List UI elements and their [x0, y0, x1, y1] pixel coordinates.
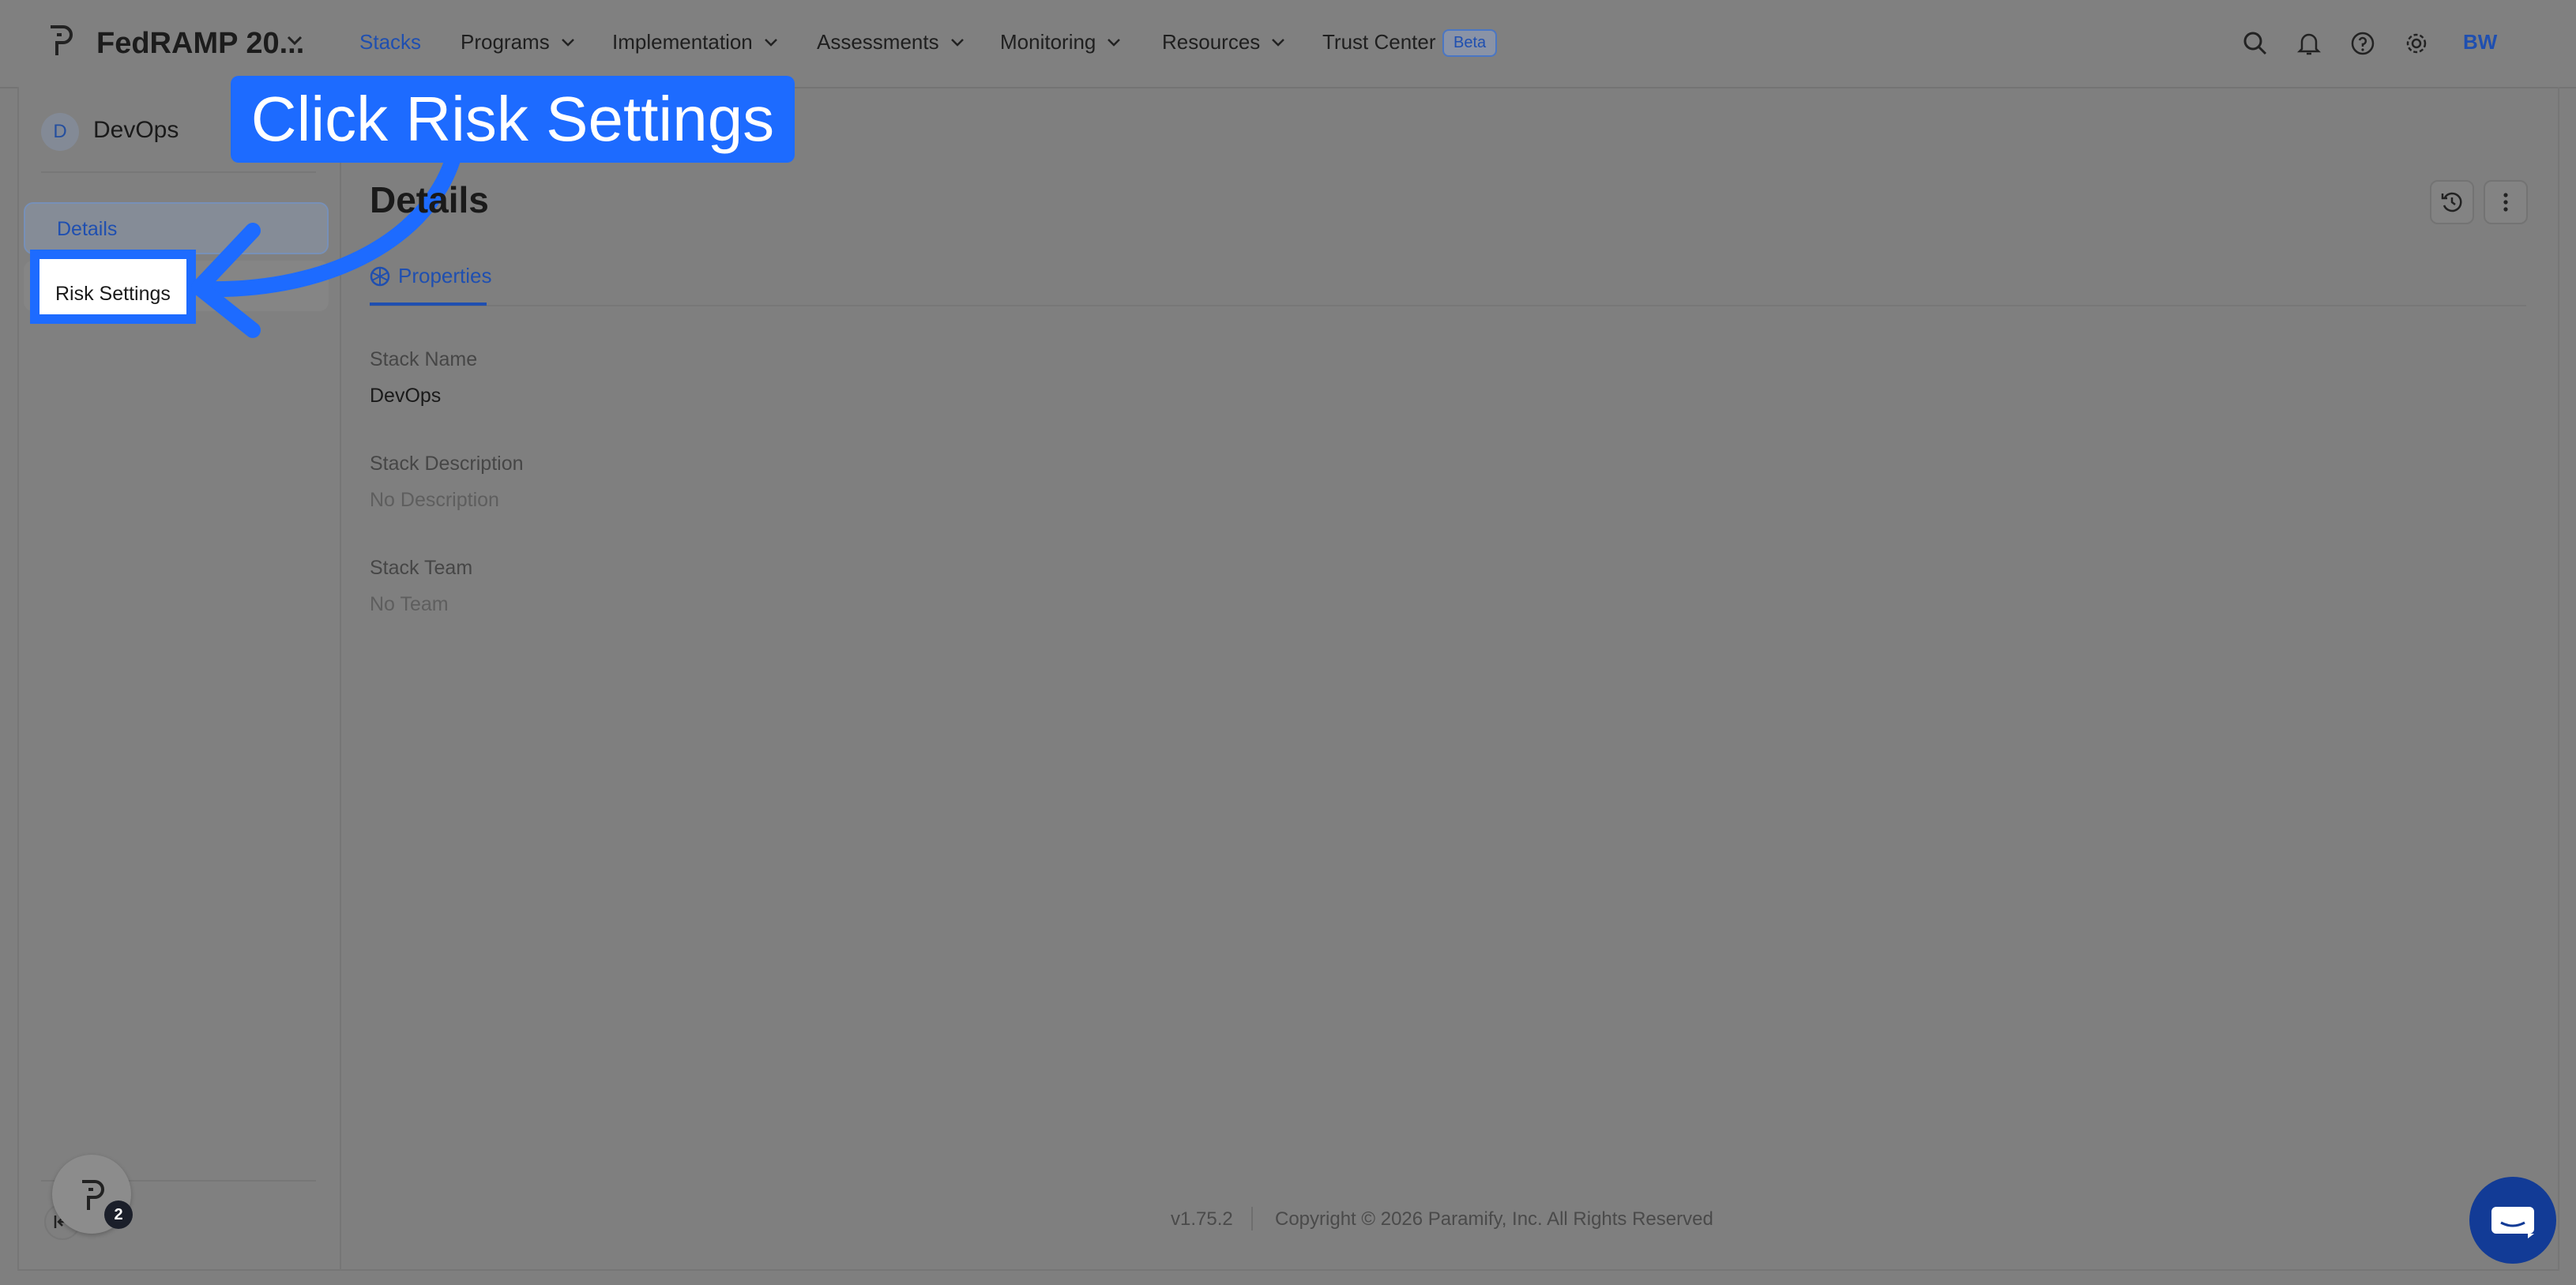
tab-divider — [370, 305, 2526, 306]
more-vertical-icon — [2503, 193, 2508, 212]
history-icon — [2441, 192, 2462, 212]
beta-badge: Beta — [1442, 29, 1498, 57]
history-button[interactable] — [2430, 180, 2474, 224]
chevron-down-icon — [1272, 38, 1285, 47]
stack-name: DevOps — [93, 117, 179, 143]
sidebar-item-details[interactable]: Details — [24, 202, 329, 254]
chevron-down-icon — [764, 38, 777, 47]
paramify-logo-icon[interactable] — [44, 24, 76, 58]
nav-programs[interactable]: Programs — [461, 30, 575, 54]
tab-label: Properties — [398, 264, 492, 287]
chevron-down-icon — [950, 38, 964, 47]
nav-resources[interactable]: Resources — [1162, 30, 1285, 54]
gear-icon[interactable] — [2403, 30, 2430, 57]
stack-avatar: D — [41, 113, 79, 151]
nav-stacks-label: Stacks — [359, 30, 422, 54]
frame-border — [17, 1269, 2559, 1271]
frame-border — [2558, 87, 2559, 1270]
page-title: Details — [370, 179, 489, 220]
tutorial-callout: Click Risk Settings — [231, 76, 795, 163]
chevron-down-icon — [1107, 38, 1121, 47]
program-selector[interactable]: FedRAMP 20... — [96, 27, 304, 61]
app-version: v1.75.2 — [1171, 1208, 1233, 1230]
search-icon[interactable] — [2242, 30, 2269, 57]
chevron-down-icon — [561, 38, 574, 47]
nav-monitoring[interactable]: Monitoring — [1000, 30, 1121, 54]
properties-icon — [370, 266, 390, 286]
field-label-stack-team: Stack Team — [370, 557, 473, 579]
more-options-button[interactable] — [2484, 180, 2528, 224]
chat-button[interactable] — [2469, 1177, 2556, 1264]
notification-count-badge: 2 — [104, 1200, 133, 1229]
sidebar-item-label: Risk Settings — [55, 283, 171, 305]
nav-implementation[interactable]: Implementation — [612, 30, 778, 54]
tab-active-indicator — [370, 302, 487, 306]
nav-programs-label: Programs — [461, 30, 550, 54]
chat-icon — [2491, 1207, 2534, 1238]
nav-implementation-label: Implementation — [612, 30, 753, 54]
nav-stacks[interactable]: Stacks — [359, 30, 421, 54]
field-label-stack-description: Stack Description — [370, 453, 524, 475]
nav-trust-center-label: Trust Center — [1322, 30, 1436, 54]
nav-assessments[interactable]: Assessments — [817, 30, 965, 54]
field-value-stack-team: No Team — [370, 593, 449, 615]
field-value-stack-description: No Description — [370, 489, 499, 511]
field-value-stack-name: DevOps — [370, 385, 442, 407]
divider — [41, 171, 316, 173]
user-avatar[interactable]: BW — [2463, 30, 2497, 54]
nav-monitoring-label: Monitoring — [1000, 30, 1096, 54]
field-label-stack-name: Stack Name — [370, 348, 478, 370]
nav-assessments-label: Assessments — [817, 30, 939, 54]
sidebar-item-label: Details — [57, 218, 118, 240]
bell-icon[interactable] — [2296, 30, 2322, 57]
nav-resources-label: Resources — [1162, 30, 1261, 54]
copyright-text: Copyright © 2026 Paramify, Inc. All Righ… — [1275, 1208, 1713, 1230]
nav-trust-center[interactable]: Trust Center — [1322, 30, 1436, 54]
help-icon[interactable] — [2349, 30, 2376, 57]
chevron-down-icon[interactable] — [286, 35, 303, 46]
footer-divider — [1251, 1207, 1253, 1231]
tab-properties[interactable]: Properties — [370, 264, 492, 288]
sidebar-item-risk-settings[interactable]: Risk Settings — [30, 250, 196, 324]
